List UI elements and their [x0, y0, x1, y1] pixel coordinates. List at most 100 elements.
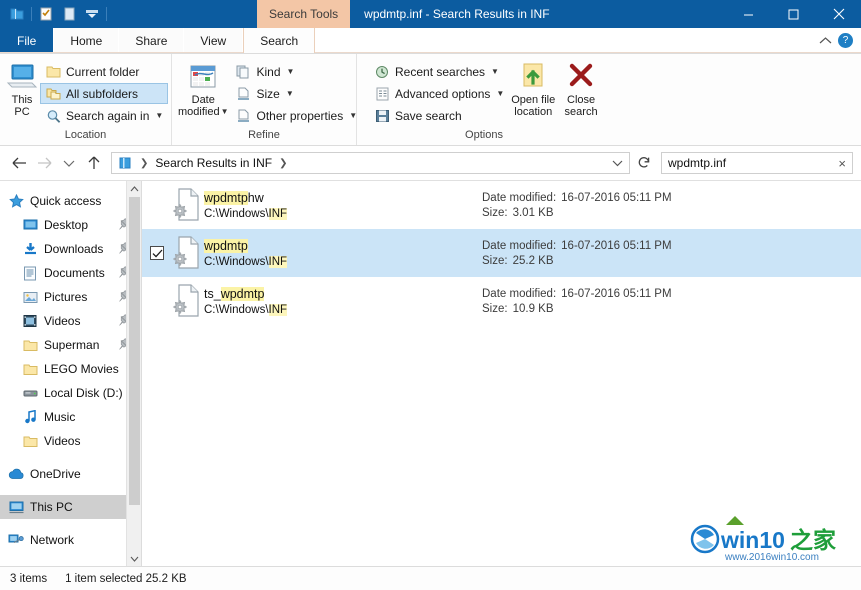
size-button[interactable]: Size ▼ [231, 83, 363, 104]
sidebar-item-documents[interactable]: Documents [0, 261, 141, 285]
sidebar-item-local-disk-d[interactable]: Local Disk (D:) [0, 381, 141, 405]
date-modified-button[interactable]: Date modified ▼ [178, 58, 229, 129]
navigation-pane: Quick access Desktop Downloads Documents Pic… [0, 181, 141, 566]
navigation-scrollbar[interactable] [126, 181, 141, 566]
advanced-options-label: Advanced options [395, 86, 491, 101]
customize-qat-icon[interactable] [81, 3, 103, 25]
tab-search[interactable]: Search [243, 28, 316, 53]
window-controls [726, 0, 861, 28]
breadcrumb-dropdown-icon[interactable] [607, 159, 627, 167]
minimize-button[interactable] [726, 0, 771, 28]
navigation-group-gap [0, 519, 141, 528]
breadcrumb-separator-2[interactable]: ❯ [276, 158, 290, 169]
ribbon-group-location: This PC Current folder All subfolders Se… [0, 54, 172, 145]
file-name-match: wpdmtp [220, 286, 265, 301]
sidebar-item-videos[interactable]: Videos [0, 429, 141, 453]
explorer-body: Quick access Desktop Downloads Documents Pic… [0, 180, 861, 566]
address-bar: ❯ Search Results in INF ❯ × [0, 146, 861, 180]
options-group-title: Options [465, 129, 503, 141]
title-bar: Search Tools wpdmtp.inf - Search Results… [0, 0, 861, 28]
file-list-item[interactable]: ts_wpdmtp C:\Windows\INF Date modified: 16-… [142, 277, 861, 325]
sidebar-item-this-pc[interactable]: This PC [0, 495, 141, 519]
search-again-in-button[interactable]: Search again in ▼ [40, 105, 168, 126]
sidebar-item-desktop[interactable]: Desktop [0, 213, 141, 237]
breadcrumb-item-search-results[interactable]: Search Results in INF [151, 156, 276, 170]
properties-icon[interactable] [35, 3, 57, 25]
sidebar-item-label: OneDrive [30, 467, 81, 481]
this-pc-icon [6, 60, 38, 94]
search-box[interactable]: × [661, 152, 853, 174]
advanced-options-button[interactable]: Advanced options ▼ [369, 83, 509, 104]
date-modified-label: Date modified: [482, 239, 557, 252]
tab-share[interactable]: Share [119, 28, 185, 53]
drive-icon [22, 385, 38, 401]
all-subfolders-button[interactable]: All subfolders [40, 83, 169, 104]
collapse-ribbon-icon[interactable] [819, 34, 832, 48]
location-group-title: Location [64, 129, 107, 141]
help-icon[interactable]: ? [838, 33, 853, 48]
sidebar-item-network[interactable]: Network [0, 528, 141, 552]
maximize-button[interactable] [771, 0, 816, 28]
up-button[interactable] [83, 152, 105, 174]
sidebar-item-label: Quick access [30, 194, 102, 208]
qat-separator-2 [106, 7, 107, 21]
scroll-up-icon[interactable] [127, 181, 142, 196]
date-modified-value: 16-07-2016 05:11 PM [561, 287, 672, 300]
tab-file[interactable]: File [0, 28, 55, 53]
chevron-down-icon: ▼ [491, 67, 499, 76]
file-checkbox[interactable] [150, 246, 164, 260]
ribbon: This PC Current folder All subfolders Se… [0, 54, 861, 146]
file-name: ts_wpdmtp [204, 286, 472, 302]
this-pc-button[interactable]: This PC [6, 58, 38, 129]
scroll-down-icon[interactable] [127, 551, 142, 566]
kind-button[interactable]: Kind ▼ [231, 61, 363, 82]
refresh-button[interactable] [633, 152, 655, 174]
close-search-button[interactable]: Close search [557, 58, 605, 129]
current-folder-button[interactable]: Current folder [40, 61, 168, 82]
search-input[interactable] [668, 156, 835, 170]
new-folder-icon[interactable] [58, 3, 80, 25]
close-button[interactable] [816, 0, 861, 28]
breadcrumb[interactable]: ❯ Search Results in INF ❯ [111, 152, 630, 174]
save-search-icon [374, 108, 390, 124]
sidebar-item-label: LEGO Movies [44, 362, 119, 376]
recent-locations-button[interactable] [58, 152, 80, 174]
sidebar-item-music[interactable]: Music [0, 405, 141, 429]
back-button[interactable] [8, 152, 30, 174]
sidebar-item-label: Music [44, 410, 76, 424]
ribbon-group-refine: Date modified ▼ Kind ▼ Size ▼ Other prop… [172, 54, 357, 145]
tab-home[interactable]: Home [54, 28, 120, 53]
sidebar-item-onedrive[interactable]: OneDrive [0, 462, 141, 486]
breadcrumb-separator: ❯ [140, 157, 149, 169]
forward-button[interactable] [33, 152, 55, 174]
sidebar-item-videos[interactable]: Videos [0, 309, 141, 333]
file-path-match: INF [268, 303, 288, 316]
other-properties-icon [236, 108, 252, 124]
location-options: Current folder All subfolders Search aga… [38, 58, 169, 129]
file-list-item[interactable]: wpdmtphw C:\Windows\INF Date modified: 16-0… [142, 181, 861, 229]
file-name-block: ts_wpdmtp C:\Windows\INF [204, 286, 472, 317]
sidebar-item-superman[interactable]: Superman [0, 333, 141, 357]
sidebar-item-pictures[interactable]: Pictures [0, 285, 141, 309]
sidebar-item-label: Desktop [44, 218, 89, 232]
sidebar-item-lego-movies[interactable]: LEGO Movies [0, 357, 141, 381]
sidebar-item-label: Downloads [44, 242, 104, 256]
open-file-location-button[interactable]: Open file location [509, 58, 557, 129]
recent-searches-button[interactable]: Recent searches ▼ [369, 61, 509, 82]
sidebar-item-quick-access[interactable]: Quick access [0, 189, 141, 213]
file-path: C:\Windows\INF [204, 207, 472, 221]
tab-view[interactable]: View [184, 28, 244, 53]
clear-search-icon[interactable]: × [834, 156, 846, 171]
explorer-icon[interactable] [6, 3, 28, 25]
options-list: Recent searches ▼ Advanced options ▼ Sav… [363, 58, 509, 129]
subfolders-icon [45, 86, 61, 102]
sidebar-item-downloads[interactable]: Downloads [0, 237, 141, 261]
file-list[interactable]: wpdmtphw C:\Windows\INF Date modified: 16-0… [142, 181, 861, 566]
save-search-button[interactable]: Save search [369, 105, 509, 126]
scrollbar-thumb[interactable] [128, 197, 140, 505]
sidebar-item-label: Videos [44, 434, 81, 448]
inf-file-icon [170, 186, 204, 224]
other-properties-button[interactable]: Other properties ▼ [231, 105, 363, 126]
folder-icon [22, 433, 38, 449]
file-list-item[interactable]: wpdmtp C:\Windows\INF Date modified: 16-07-… [142, 229, 861, 277]
